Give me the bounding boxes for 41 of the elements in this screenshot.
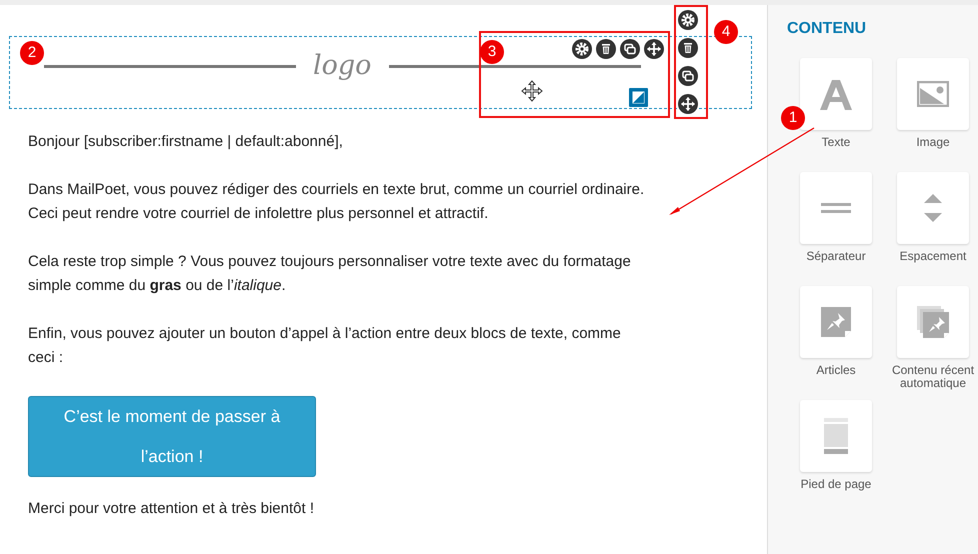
trash-icon[interactable]: [678, 38, 698, 58]
tile-label: Texte: [820, 136, 852, 151]
tile-label: Pied de page: [800, 478, 872, 493]
number-badge: 3: [480, 40, 504, 64]
logo-text: logo: [313, 49, 372, 83]
tile-label: Articles: [815, 364, 857, 379]
resize-icon[interactable]: [629, 88, 648, 107]
number-badge: 2: [20, 41, 44, 65]
paragraph: Dans MailPoet, vous pouvez rédiger des courriels en texte brut, comme un courriel ordinaire. Ceci peut rendre votre courriel de infolettre plus personnel et attractif.: [28, 180, 646, 224]
number-badge: 4: [714, 20, 738, 44]
block-tile[interactable]: [897, 286, 969, 358]
block-tile[interactable]: [800, 286, 872, 358]
gear-icon[interactable]: [678, 10, 698, 30]
copy-icon[interactable]: [620, 39, 640, 59]
block-tile[interactable]: [800, 172, 872, 244]
footer-icon: [824, 418, 848, 454]
gear-icon[interactable]: [572, 39, 592, 59]
pin-icon: [821, 307, 851, 337]
paragraph: Cela reste trop simple ? Vous pouvez toujours personnaliser votre texte avec du formatage simple comme du gras ou de l’italique.: [28, 252, 632, 296]
divider-icon: [821, 202, 851, 214]
move-cursor-icon: [520, 79, 544, 103]
tile-label: Séparateur: [805, 250, 867, 265]
block-tile[interactable]: [800, 400, 872, 472]
tile-label: Espacement: [898, 250, 968, 265]
paragraph: Merci pour votre attention et à très bientôt !: [28, 499, 315, 519]
call-to-action-button[interactable]: C’est le moment de passer à l’action !: [28, 396, 316, 477]
stacked-pins-icon: [917, 306, 949, 338]
tile-label: Contenu récent automatique: [891, 364, 975, 390]
block-tile[interactable]: [897, 58, 969, 130]
block-tile[interactable]: [800, 58, 872, 130]
tile-label: Image: [915, 136, 951, 151]
copy-icon[interactable]: [678, 66, 698, 86]
move-icon[interactable]: [678, 94, 698, 114]
up-down-arrows-icon: [923, 193, 943, 223]
trash-icon[interactable]: [596, 39, 616, 59]
paragraph: Enfin, vous pouvez ajouter un bouton d’appel à l’action entre deux blocs de texte, comme ceci :: [28, 324, 622, 368]
sidebar-title: CONTENU: [787, 20, 868, 38]
image-icon: [917, 81, 949, 107]
block-tile[interactable]: [897, 172, 969, 244]
paragraph: Bonjour [subscriber:firstname | default:abonné],: [28, 132, 344, 152]
move-icon[interactable]: [644, 39, 664, 59]
